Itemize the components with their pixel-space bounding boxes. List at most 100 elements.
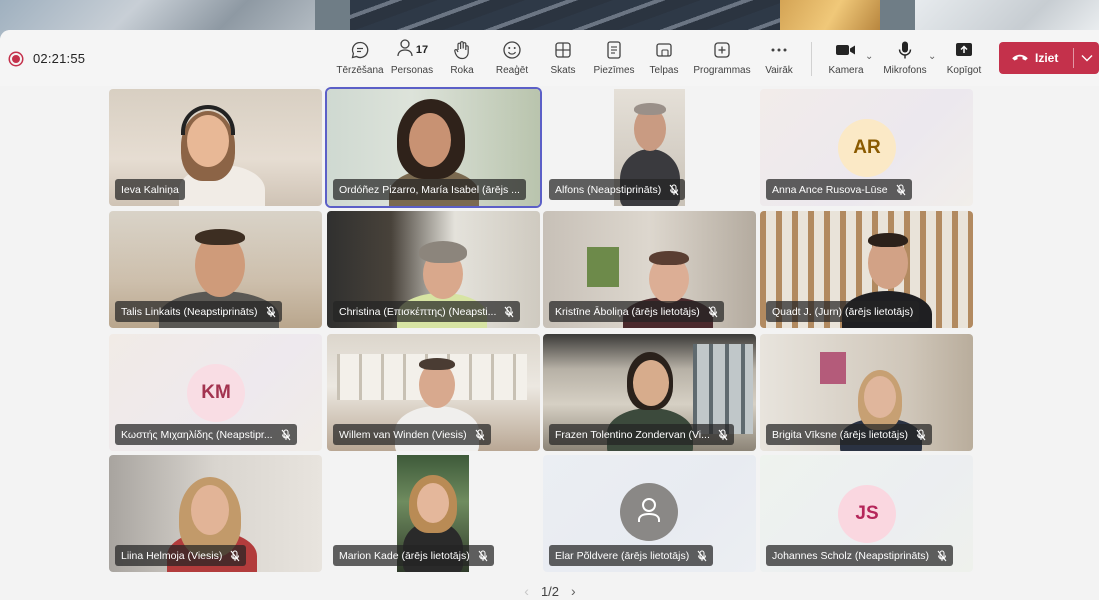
microphone-muted-icon xyxy=(266,306,276,318)
video-tile[interactable]: JS Johannes Scholz (Neapstiprināts) xyxy=(760,455,973,572)
apps-button[interactable]: Programmas xyxy=(693,38,751,82)
people-icon xyxy=(396,38,414,63)
view-label: Skats xyxy=(550,65,576,76)
microphone-button[interactable]: Mikrofons xyxy=(881,38,929,82)
video-tile[interactable]: Kristīne Āboliņa (ārējs lietotājs) xyxy=(543,211,756,328)
participant-name-tag: Marion Kade (ārējs lietotājs) xyxy=(333,545,494,566)
video-tile[interactable]: AR Anna Ance Rusova-Lūse xyxy=(760,89,973,206)
microphone-label: Mikrofons xyxy=(883,65,927,76)
recording-indicator-icon xyxy=(10,53,22,65)
background-windows xyxy=(693,344,753,434)
people-label: Personas xyxy=(390,65,434,76)
leave-button[interactable]: Iziet xyxy=(999,42,1099,74)
wall-decoration xyxy=(820,352,846,384)
rooms-label: Telpas xyxy=(649,65,679,76)
camera-label: Kamera xyxy=(828,65,864,76)
video-tile[interactable]: Willem van Winden (Viesis) xyxy=(327,334,540,451)
microphone-icon xyxy=(897,38,913,62)
participant-face xyxy=(864,376,896,418)
participant-face xyxy=(633,360,669,406)
participant-avatar: JS xyxy=(838,485,896,543)
chat-button[interactable]: Tērzēšana xyxy=(336,38,384,82)
participant-face xyxy=(417,483,449,523)
participant-name-tag: Quadt J. (Jurn) (ārējs lietotājs) xyxy=(766,301,920,322)
gallery-pager: ‹ 1/2 › xyxy=(505,582,595,600)
previous-page-chevron-icon[interactable]: ‹ xyxy=(524,583,529,599)
next-page-chevron-icon[interactable]: › xyxy=(571,583,576,599)
participant-name-tag: Christina (Επισκέπτης) (Neapsti... xyxy=(333,301,521,322)
microphone-muted-icon xyxy=(916,429,926,441)
video-tile[interactable]: Alfons (Neapstiprināts) xyxy=(543,89,756,206)
microphone-muted-icon xyxy=(504,306,514,318)
notes-label: Piezīmes xyxy=(593,65,635,76)
person-icon xyxy=(636,496,662,529)
share-button[interactable]: Kopīgot xyxy=(944,38,984,82)
participant-name-tag: Brigita Vīksne (ārējs lietotājs) xyxy=(766,424,932,445)
participant-name-tag: Willem van Winden (Viesis) xyxy=(333,424,491,445)
meeting-timer: 02:21:55 xyxy=(33,51,86,66)
participant-face xyxy=(191,485,229,535)
video-tile[interactable]: KM Κωστής Μιχαηλίδης (Neapstipr... xyxy=(109,334,322,451)
default-avatar xyxy=(620,483,678,541)
participant-avatar: AR xyxy=(838,119,896,177)
leave-options-chevron-icon[interactable] xyxy=(1074,49,1099,67)
more-button[interactable]: Vairāk xyxy=(764,38,794,82)
microphone-muted-icon xyxy=(718,429,728,441)
page-indicator: 1/2 xyxy=(540,583,560,599)
raise-hand-label: Roka xyxy=(450,65,474,76)
raise-hand-button[interactable]: Roka xyxy=(448,38,476,82)
breakout-rooms-icon xyxy=(655,38,673,62)
microphone-muted-icon xyxy=(697,550,707,562)
emoji-icon xyxy=(502,38,522,62)
more-label: Vairāk xyxy=(765,65,793,76)
microphone-muted-icon xyxy=(896,184,906,196)
microphone-muted-icon xyxy=(937,550,947,562)
participant-name-tag: Κωστής Μιχαηλίδης (Neapstipr... xyxy=(115,424,297,445)
video-tile[interactable]: Ieva Kalniņa xyxy=(109,89,322,206)
wall-painting xyxy=(587,247,619,287)
participant-name-tag: Elar Põldvere (ārējs lietotājs) xyxy=(549,545,714,566)
microphone-muted-icon xyxy=(708,306,718,318)
react-button[interactable]: Reaģēt xyxy=(496,38,528,82)
video-tile[interactable]: Marion Kade (ārējs lietotājs) xyxy=(327,455,540,572)
video-tile[interactable]: Liina Helmoja (Viesis) xyxy=(109,455,322,572)
participant-face xyxy=(409,113,451,167)
microphone-muted-icon xyxy=(478,550,488,562)
microphone-muted-icon xyxy=(230,550,240,562)
participant-name-tag: Kristīne Āboliņa (ārējs lietotājs) xyxy=(549,301,724,322)
headphones-icon xyxy=(181,105,235,135)
camera-options-chevron-icon[interactable]: ⌄ xyxy=(865,51,873,62)
view-button[interactable]: Skats xyxy=(549,38,577,82)
video-tile[interactable]: Christina (Επισκέπτης) (Neapsti... xyxy=(327,211,540,328)
share-screen-icon xyxy=(954,38,974,62)
apps-label: Programmas xyxy=(693,65,751,76)
video-tile[interactable]: Quadt J. (Jurn) (ārējs lietotājs) xyxy=(760,211,973,328)
participant-avatar: KM xyxy=(187,364,245,422)
participant-name-tag: Frazen Tolentino Zondervan (Vi... xyxy=(549,424,734,445)
video-tile[interactable]: Frazen Tolentino Zondervan (Vi... xyxy=(543,334,756,451)
microphone-muted-icon xyxy=(669,184,679,196)
participant-name-tag: Johannes Scholz (Neapstiprināts) xyxy=(766,545,953,566)
rooms-button[interactable]: Telpas xyxy=(649,38,679,82)
video-tile[interactable]: Brigita Vīksne (ārējs lietotājs) xyxy=(760,334,973,451)
grid-view-icon xyxy=(554,38,572,62)
video-tile[interactable]: Elar Põldvere (ārējs lietotājs) xyxy=(543,455,756,572)
notes-button[interactable]: Piezīmes xyxy=(593,38,635,82)
meeting-window: 02:21:55 Tērzēšana 17 Personas Roka Reaģ… xyxy=(0,30,1099,600)
meeting-toolbar: 02:21:55 Tērzēšana 17 Personas Roka Reaģ… xyxy=(0,30,1099,86)
share-label: Kopīgot xyxy=(946,65,982,76)
camera-button[interactable]: Kamera xyxy=(827,38,865,82)
people-count: 17 xyxy=(415,44,429,56)
leave-label: Iziet xyxy=(1035,51,1059,65)
participant-name-tag: Alfons (Neapstiprināts) xyxy=(549,179,686,200)
more-dots-icon xyxy=(770,38,788,62)
hand-icon xyxy=(453,38,471,62)
participant-name-tag: Liina Helmoja (Viesis) xyxy=(115,545,247,566)
people-button[interactable]: 17 Personas xyxy=(391,38,433,82)
video-tile-active-speaker[interactable]: Ordóñez Pizarro, María Isabel (ārējs ... xyxy=(327,89,540,206)
notes-icon xyxy=(606,38,622,62)
chat-label: Tērzēšana xyxy=(336,65,384,76)
microphone-options-chevron-icon[interactable]: ⌄ xyxy=(928,51,936,62)
toolbar-divider xyxy=(811,42,812,76)
video-tile[interactable]: Talis Linkaits (Neapstiprināts) xyxy=(109,211,322,328)
